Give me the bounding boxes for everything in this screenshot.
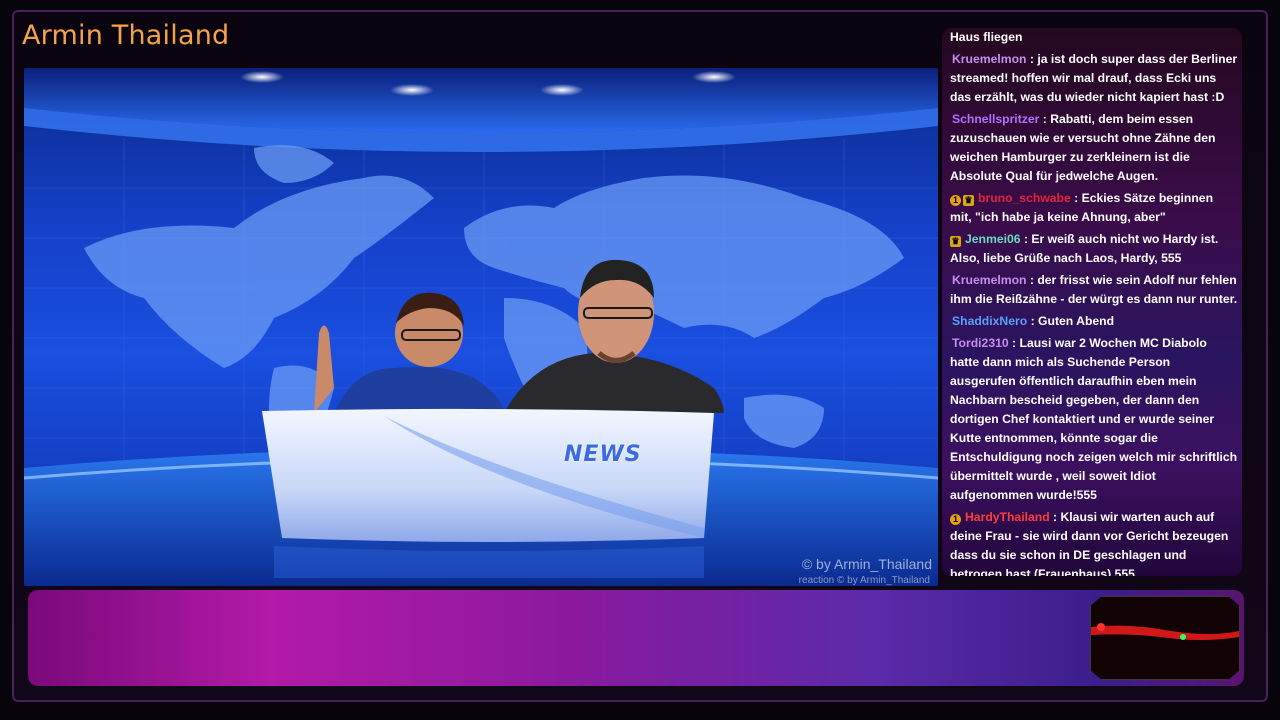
chat-username[interactable]: Kruemelmon xyxy=(952,52,1027,66)
presenter-left xyxy=(314,292,504,413)
desk-news-label: NEWS xyxy=(564,442,642,467)
chat-message: 1 ♛ bruno_schwabe : Eckies Sätze beginnen … xyxy=(950,189,1238,227)
channel-title: Armin Thailand xyxy=(22,20,230,51)
camera-preview-image xyxy=(1091,597,1239,679)
chat-message-list: Haus fliegen Kruemelmon : ja ist doch su… xyxy=(950,28,1238,576)
video-watermark: © by Armin_Thailand xyxy=(801,556,932,572)
bottom-banner xyxy=(28,590,1244,686)
chat-username[interactable]: ShaddixNero xyxy=(952,314,1027,328)
chat-username[interactable]: Kruemelmon xyxy=(952,273,1027,287)
chat-message: Kruemelmon : ja ist doch super dass der … xyxy=(950,50,1238,107)
chat-username[interactable]: Jenmei06 xyxy=(965,232,1021,246)
chat-username[interactable]: Schnellspritzer xyxy=(952,112,1039,126)
chat-message-text: : Lausi war 2 Wochen MC Diabolo hatte da… xyxy=(950,336,1238,502)
video-watermark-small: reaction © by Armin_Thailand xyxy=(798,575,930,586)
subscriber-badge-icon: 1 xyxy=(950,514,961,525)
news-studio-scene xyxy=(24,68,938,586)
crown-badge-icon: ♛ xyxy=(950,236,961,247)
chat-message: Kruemelmon : der frisst wie sein Adolf n… xyxy=(950,271,1238,309)
chat-partial-message: Haus fliegen xyxy=(950,30,1023,44)
chat-username[interactable]: Tordi2310 xyxy=(952,336,1009,350)
chat-message: ShaddixNero : Guten Abend xyxy=(950,312,1238,331)
chat-panel[interactable]: Haus fliegen Kruemelmon : ja ist doch su… xyxy=(942,28,1242,576)
chat-message: ♛ Jenmei06 : Er weiß auch nicht wo Hardy … xyxy=(950,230,1238,268)
main-video[interactable]: NEWS © by Armin_Thailand reaction © by A… xyxy=(24,68,938,586)
chat-message: Schnellspritzer : Rabatti, dem beim esse… xyxy=(950,110,1238,186)
chat-message: 1 HardyThailand : Klausi wir warten auch … xyxy=(950,508,1238,576)
chat-username[interactable]: HardyThailand xyxy=(965,510,1050,524)
camera-preview xyxy=(1090,596,1240,680)
chat-message: Tordi2310 : Lausi war 2 Wochen MC Diabol… xyxy=(950,334,1238,505)
subscriber-badge-icon: 1 xyxy=(950,195,961,206)
crown-badge-icon: ♛ xyxy=(963,195,974,206)
chat-username[interactable]: bruno_schwabe xyxy=(978,191,1071,205)
chat-message-text: : Guten Abend xyxy=(1027,314,1115,328)
